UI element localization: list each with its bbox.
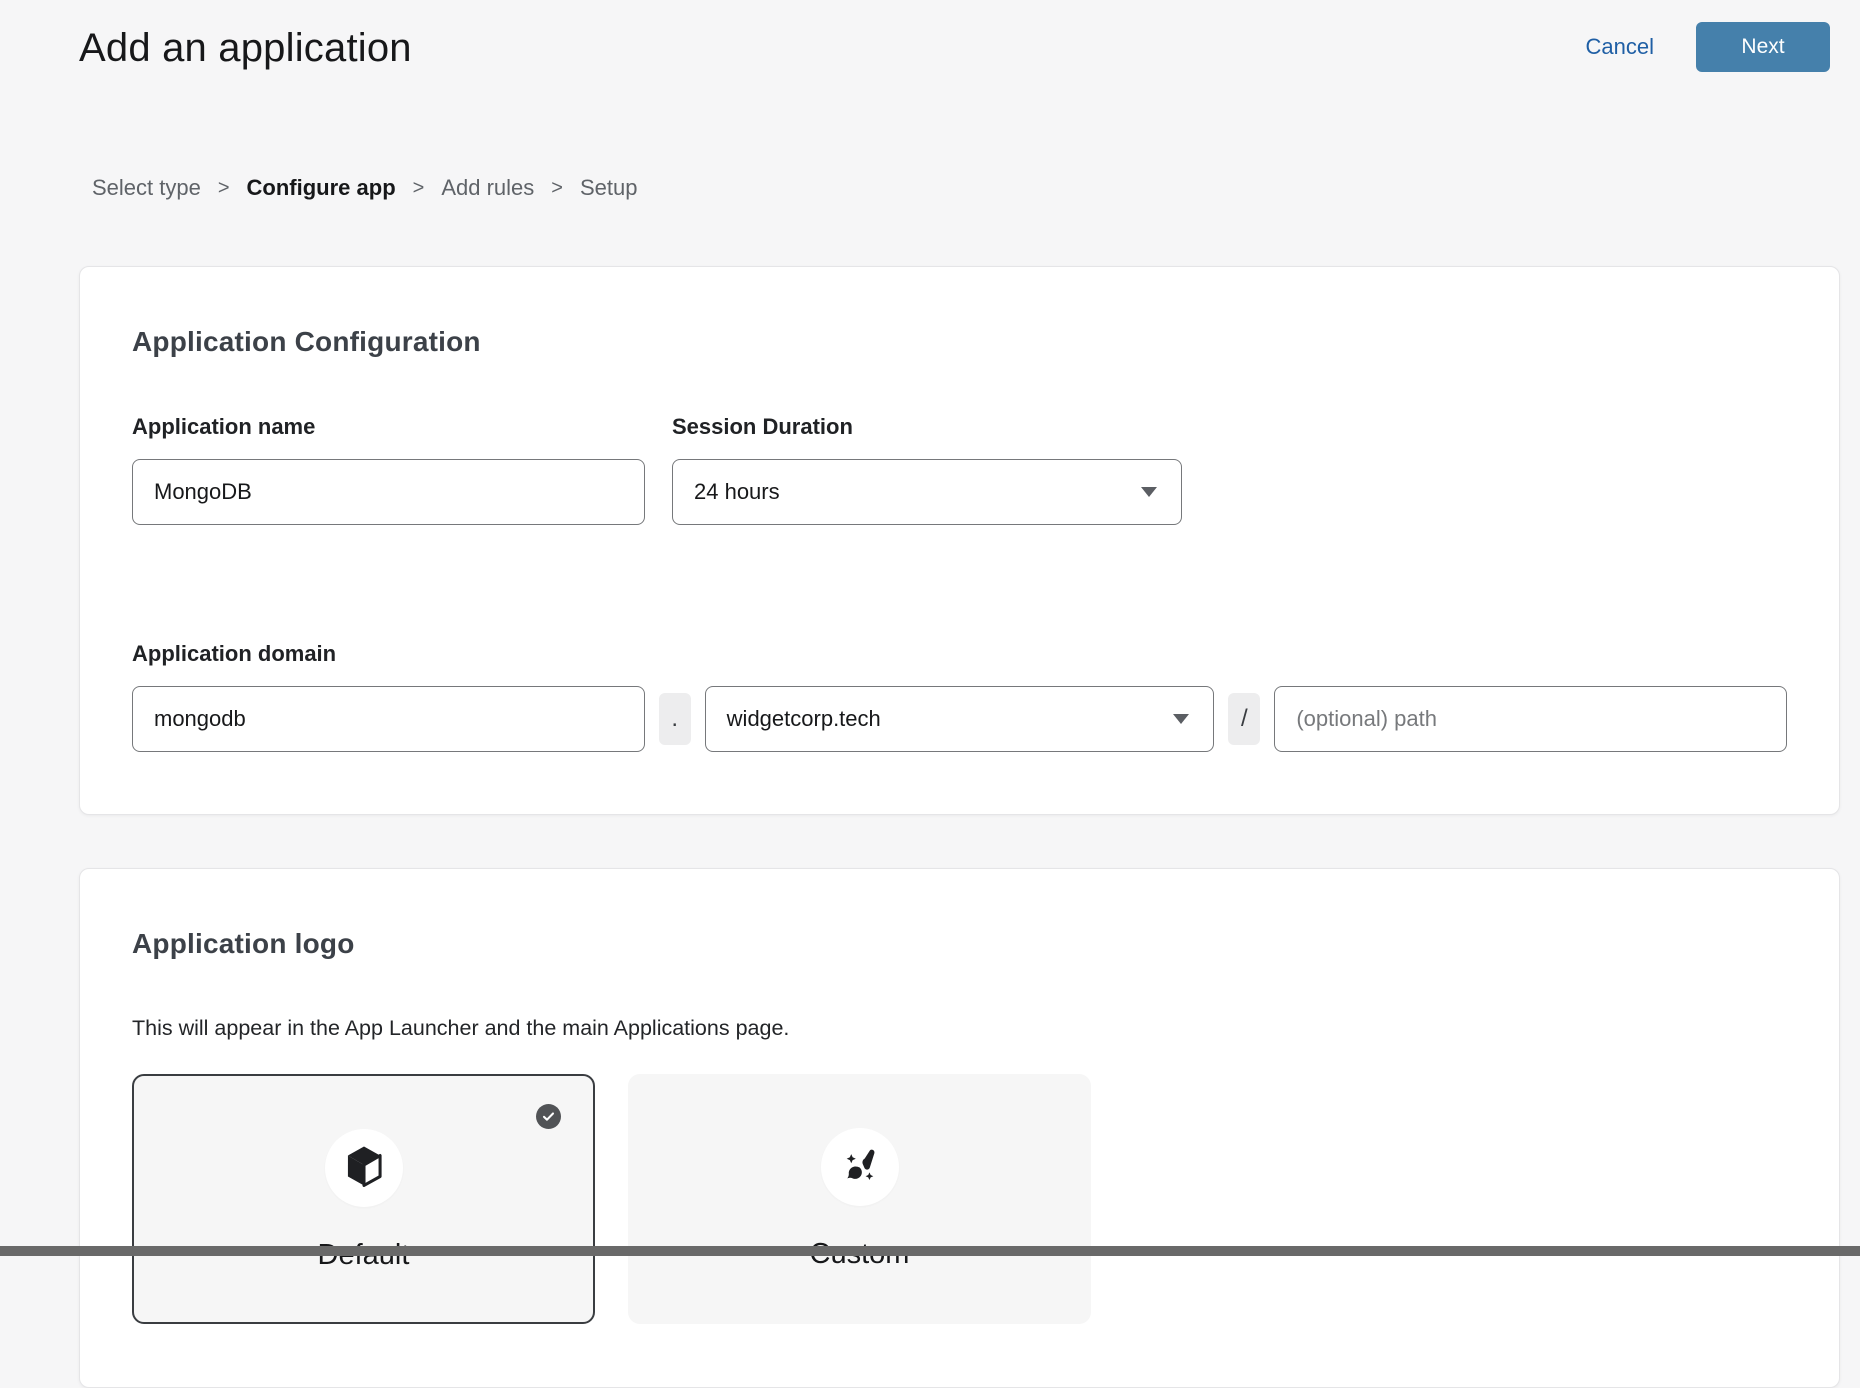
header-actions: Cancel Next xyxy=(1586,22,1830,72)
paintbrush-icon xyxy=(839,1144,881,1191)
session-duration-select[interactable]: 24 hours xyxy=(672,459,1182,525)
application-configuration-heading: Application Configuration xyxy=(132,326,1787,358)
application-domain-label: Application domain xyxy=(132,641,1787,667)
slash-separator: / xyxy=(1228,693,1260,745)
cancel-button[interactable]: Cancel xyxy=(1586,22,1654,72)
application-name-input[interactable] xyxy=(132,459,645,525)
session-duration-field-group: Session Duration 24 hours xyxy=(672,414,1182,525)
default-logo-circle xyxy=(325,1129,403,1207)
breadcrumb-step-add-rules[interactable]: Add rules xyxy=(441,175,534,201)
application-name-field-group: Application name xyxy=(132,414,645,525)
cube-icon xyxy=(343,1144,385,1193)
application-domain-field-group: Application domain . widgetcorp.tech / xyxy=(132,641,1787,752)
application-logo-card: Application logo This will appear in the… xyxy=(79,868,1840,1388)
logo-options: Default Custom xyxy=(132,1074,1787,1324)
logo-option-default[interactable]: Default xyxy=(132,1074,595,1324)
breadcrumb: Select type > Configure app > Add rules … xyxy=(0,175,1860,201)
dot-separator: . xyxy=(659,693,691,745)
application-configuration-card: Application Configuration Application na… xyxy=(79,266,1840,815)
breadcrumb-separator: > xyxy=(413,177,425,200)
breadcrumb-step-configure-app[interactable]: Configure app xyxy=(247,175,396,201)
custom-logo-circle xyxy=(821,1128,899,1206)
subdomain-input[interactable] xyxy=(132,686,645,752)
session-duration-label: Session Duration xyxy=(672,414,1182,440)
domain-select-value: widgetcorp.tech xyxy=(727,706,881,732)
chevron-down-icon xyxy=(1141,487,1157,497)
page-header: Add an application Cancel Next xyxy=(0,0,1860,72)
bottom-edge-bar xyxy=(0,1246,1860,1256)
chevron-down-icon xyxy=(1173,714,1189,724)
path-input[interactable] xyxy=(1274,686,1787,752)
application-logo-description: This will appear in the App Launcher and… xyxy=(132,1016,1787,1041)
domain-select[interactable]: widgetcorp.tech xyxy=(705,686,1215,752)
breadcrumb-separator: > xyxy=(551,177,563,200)
next-button[interactable]: Next xyxy=(1696,22,1830,72)
application-name-label: Application name xyxy=(132,414,645,440)
session-duration-value: 24 hours xyxy=(694,479,780,505)
selected-check-icon xyxy=(536,1104,561,1129)
breadcrumb-step-setup[interactable]: Setup xyxy=(580,175,638,201)
breadcrumb-step-select-type[interactable]: Select type xyxy=(92,175,201,201)
page-title: Add an application xyxy=(79,22,412,71)
breadcrumb-separator: > xyxy=(218,177,230,200)
logo-option-custom[interactable]: Custom xyxy=(628,1074,1091,1324)
application-logo-heading: Application logo xyxy=(132,928,1787,960)
